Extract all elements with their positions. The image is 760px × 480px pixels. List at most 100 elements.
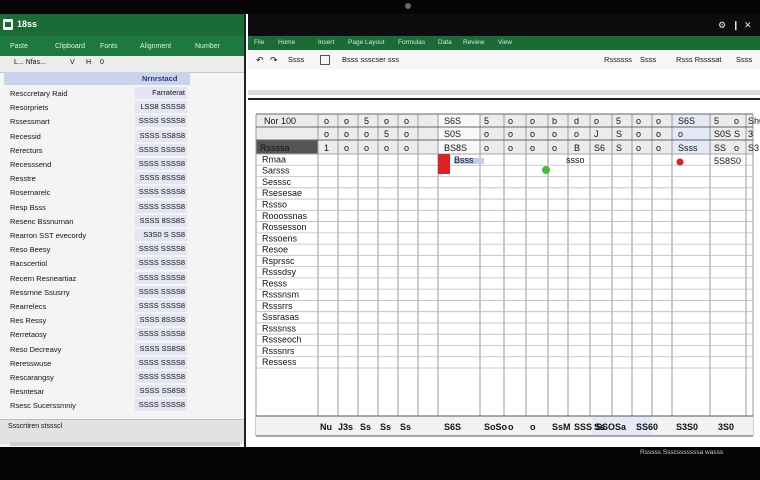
ribbon-item[interactable]: Number	[195, 43, 220, 50]
list-item[interactable]: Reresswuse SSSS SSSS8	[8, 356, 188, 370]
toolbar-button[interactable]: Ssss	[736, 55, 752, 64]
total-cell: o	[508, 422, 514, 432]
red-flag-marker	[438, 154, 450, 174]
header-cell: o	[552, 129, 557, 139]
list-item[interactable]: Resccretary Raid Farraterat	[8, 87, 188, 100]
list-item-value: SSSS SSSS8	[135, 200, 187, 213]
row-label: Rssoens	[262, 233, 298, 243]
settings-icon[interactable]: ⚙	[718, 20, 726, 31]
list-item[interactable]: Resenc Bssnurnan SSSS 8SS8S	[8, 214, 188, 228]
list-item[interactable]: Recesssend SSSS SSSS8	[8, 158, 188, 171]
row-label: Rsssnss	[262, 323, 297, 333]
list-item[interactable]: Rearrelecs SSSS SSSS8	[8, 300, 188, 313]
header-cell: o	[364, 143, 369, 153]
list-item[interactable]: Rssessmart SSSS SSSS8	[8, 115, 188, 128]
list-item[interactable]: Recessid SSSS SS8S8	[8, 129, 188, 143]
list-item[interactable]: Reso Beesy SSSS SSSS8	[8, 243, 188, 256]
data-cell: ssso	[566, 155, 585, 165]
list-item-name: Ressrnne Ssusrry	[10, 287, 70, 297]
header-cell: o	[636, 143, 641, 153]
list-item[interactable]: Rsesc Sucerssmniy SSSS SSSS8	[8, 399, 188, 412]
list-item-name: Rosernarelc	[10, 188, 51, 198]
list-item[interactable]: Resp Bsss SSSS SSSS8	[8, 200, 188, 214]
list-item-value: LSS8 SSSS8	[135, 101, 187, 114]
column-header[interactable]: H	[86, 59, 91, 66]
selected-row[interactable]: Nrnrstacd	[4, 72, 190, 85]
row-label: Sesssc	[262, 177, 292, 187]
list-item-name: Rerecturs	[10, 145, 43, 155]
list-item-name: Resenc Bssnurnan	[10, 216, 74, 226]
header-cell: 1	[324, 143, 329, 153]
left-title-bar: 18ss	[0, 14, 244, 36]
total-cell: SSS	[574, 422, 592, 432]
list-item-value: SSSS SSSS8	[135, 328, 187, 341]
row-label: Resss	[262, 278, 288, 288]
list-item[interactable]: Res Ressy SSSS 8SSS8	[8, 314, 188, 327]
list-item[interactable]: Rearron SST evecordy S3S0 S SS8	[8, 229, 188, 242]
horizontal-scrollbar[interactable]	[10, 442, 240, 446]
undo-icon[interactable]: ↶	[256, 55, 264, 66]
list-item-value: SSSS SSSS8	[135, 371, 187, 383]
ribbon-tab-formulas[interactable]: Formulas	[398, 39, 425, 46]
row-label: Rsprssc	[262, 256, 295, 266]
header-cell: o	[734, 143, 739, 153]
list-item-value: SSSS SS8S8	[135, 342, 187, 355]
ribbon-item[interactable]: Paste	[10, 43, 28, 50]
list-item-name: Resstre	[10, 174, 36, 184]
list-item[interactable]: Reso Decreavy SSSS SS8S8	[8, 342, 188, 356]
right-title-bar: ⚙ ❙ ✕	[248, 14, 760, 36]
toolbar-button[interactable]: Ssss	[640, 55, 656, 64]
paste-button[interactable]: Ssss	[288, 55, 304, 64]
ribbon-tab-insert[interactable]: Insert	[318, 39, 334, 46]
list-item[interactable]: Resntesar SSSS SS8S8	[8, 385, 188, 398]
selected-value: Nrnrstacd	[142, 74, 178, 83]
app-title: 18ss	[17, 19, 38, 29]
header-cell: 5	[714, 116, 719, 126]
list-item-value: Farraterat	[135, 87, 187, 99]
list-item[interactable]: Rerretaosy SSSS SSSS8	[8, 328, 188, 341]
list-item[interactable]: Resstre SSSS 8SSS8	[8, 172, 188, 185]
red-dot-marker	[676, 158, 684, 166]
list-item-value: SSSS SS8S8	[135, 385, 187, 398]
header-cell: o	[530, 143, 535, 153]
ribbon-tab-file[interactable]: File	[254, 39, 264, 46]
format-button[interactable]: Bsss ssscser sss	[342, 55, 399, 64]
list-item[interactable]: Racscertiol SSSS SSSS8	[8, 257, 188, 270]
checkbox-icon[interactable]	[320, 55, 330, 65]
left-column-header: L... Nfas... V H 0	[0, 56, 244, 73]
list-item[interactable]: Rescarangsy SSSS SSSS8	[8, 371, 188, 384]
list-item[interactable]: Rerecturs SSSS SSSS8	[8, 143, 188, 157]
list-item[interactable]: Resorpriets LSS8 SSSS8	[8, 101, 188, 114]
ribbon-item[interactable]: Clipboard	[55, 43, 85, 50]
ribbon-tab-data[interactable]: Data	[438, 39, 452, 46]
ribbon-tab-home[interactable]: Home	[278, 39, 295, 46]
ribbon-tab-review[interactable]: Review	[463, 39, 484, 46]
redo-icon[interactable]: ↷	[270, 55, 278, 66]
header-cell: o	[530, 129, 535, 139]
list-item-value: SSSS SSSS8	[135, 356, 187, 369]
header-cell: S	[734, 129, 740, 139]
column-header[interactable]: L... Nfas...	[14, 59, 46, 66]
excel-app-icon[interactable]	[3, 19, 13, 30]
spreadsheet-grid[interactable]: Nor 100Rssssaoo5ooS6S5oobdo5ooS6S5oSh6oo…	[248, 100, 760, 445]
header-cell: S	[616, 129, 622, 139]
list-item-value: SSSS SSSS8	[135, 257, 187, 270]
header-cell: 5	[364, 116, 369, 126]
ribbon-item[interactable]: Alignment	[140, 43, 171, 50]
toolbar-button[interactable]: Rsss Rssssat	[676, 55, 721, 64]
column-header[interactable]: V	[70, 59, 75, 66]
list-item[interactable]: Rosernarelc SSSS SSSS8	[8, 186, 188, 199]
list-item[interactable]: Recern Resneartiaz SSSS SSSS8	[8, 271, 188, 285]
pipe-icon[interactable]: ❙	[732, 20, 740, 31]
close-icon[interactable]: ✕	[744, 20, 752, 31]
toolbar-button[interactable]: Rssssss	[604, 55, 632, 64]
header-cell: S	[616, 143, 622, 153]
ribbon-item[interactable]: Fonts	[100, 43, 118, 50]
corner-label: Nor 100	[264, 116, 296, 126]
column-header[interactable]: 0	[100, 59, 104, 66]
ribbon-tab-page-layout[interactable]: Page Layout	[348, 39, 385, 46]
list-item-name: Recern Resneartiaz	[10, 273, 77, 283]
list-item[interactable]: Ressrnne Ssusrry SSSS SSSS8	[8, 285, 188, 299]
header-cell: S6S	[678, 116, 695, 126]
ribbon-tab-view[interactable]: View	[498, 39, 512, 46]
